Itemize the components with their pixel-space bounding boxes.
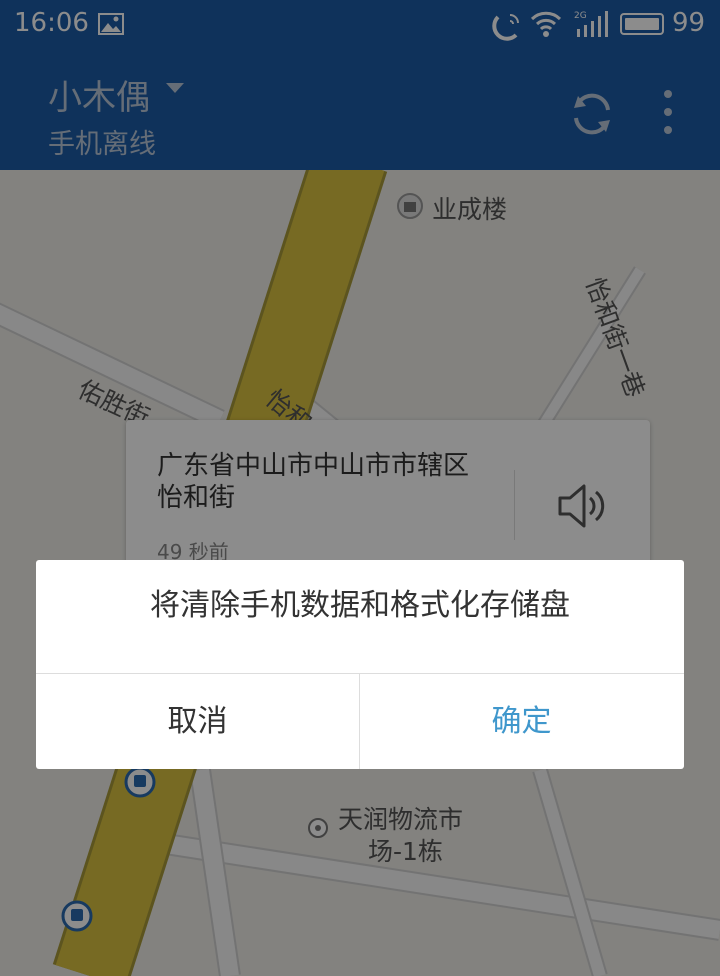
dialog-message: 将清除手机数据和格式化存储盘 — [150, 588, 570, 623]
confirm-dialog: 将清除手机数据和格式化存储盘 取消 确定 — [36, 560, 684, 769]
cancel-button[interactable]: 取消 — [36, 674, 359, 769]
modal-overlay — [0, 0, 720, 976]
confirm-button[interactable]: 确定 — [360, 674, 683, 769]
